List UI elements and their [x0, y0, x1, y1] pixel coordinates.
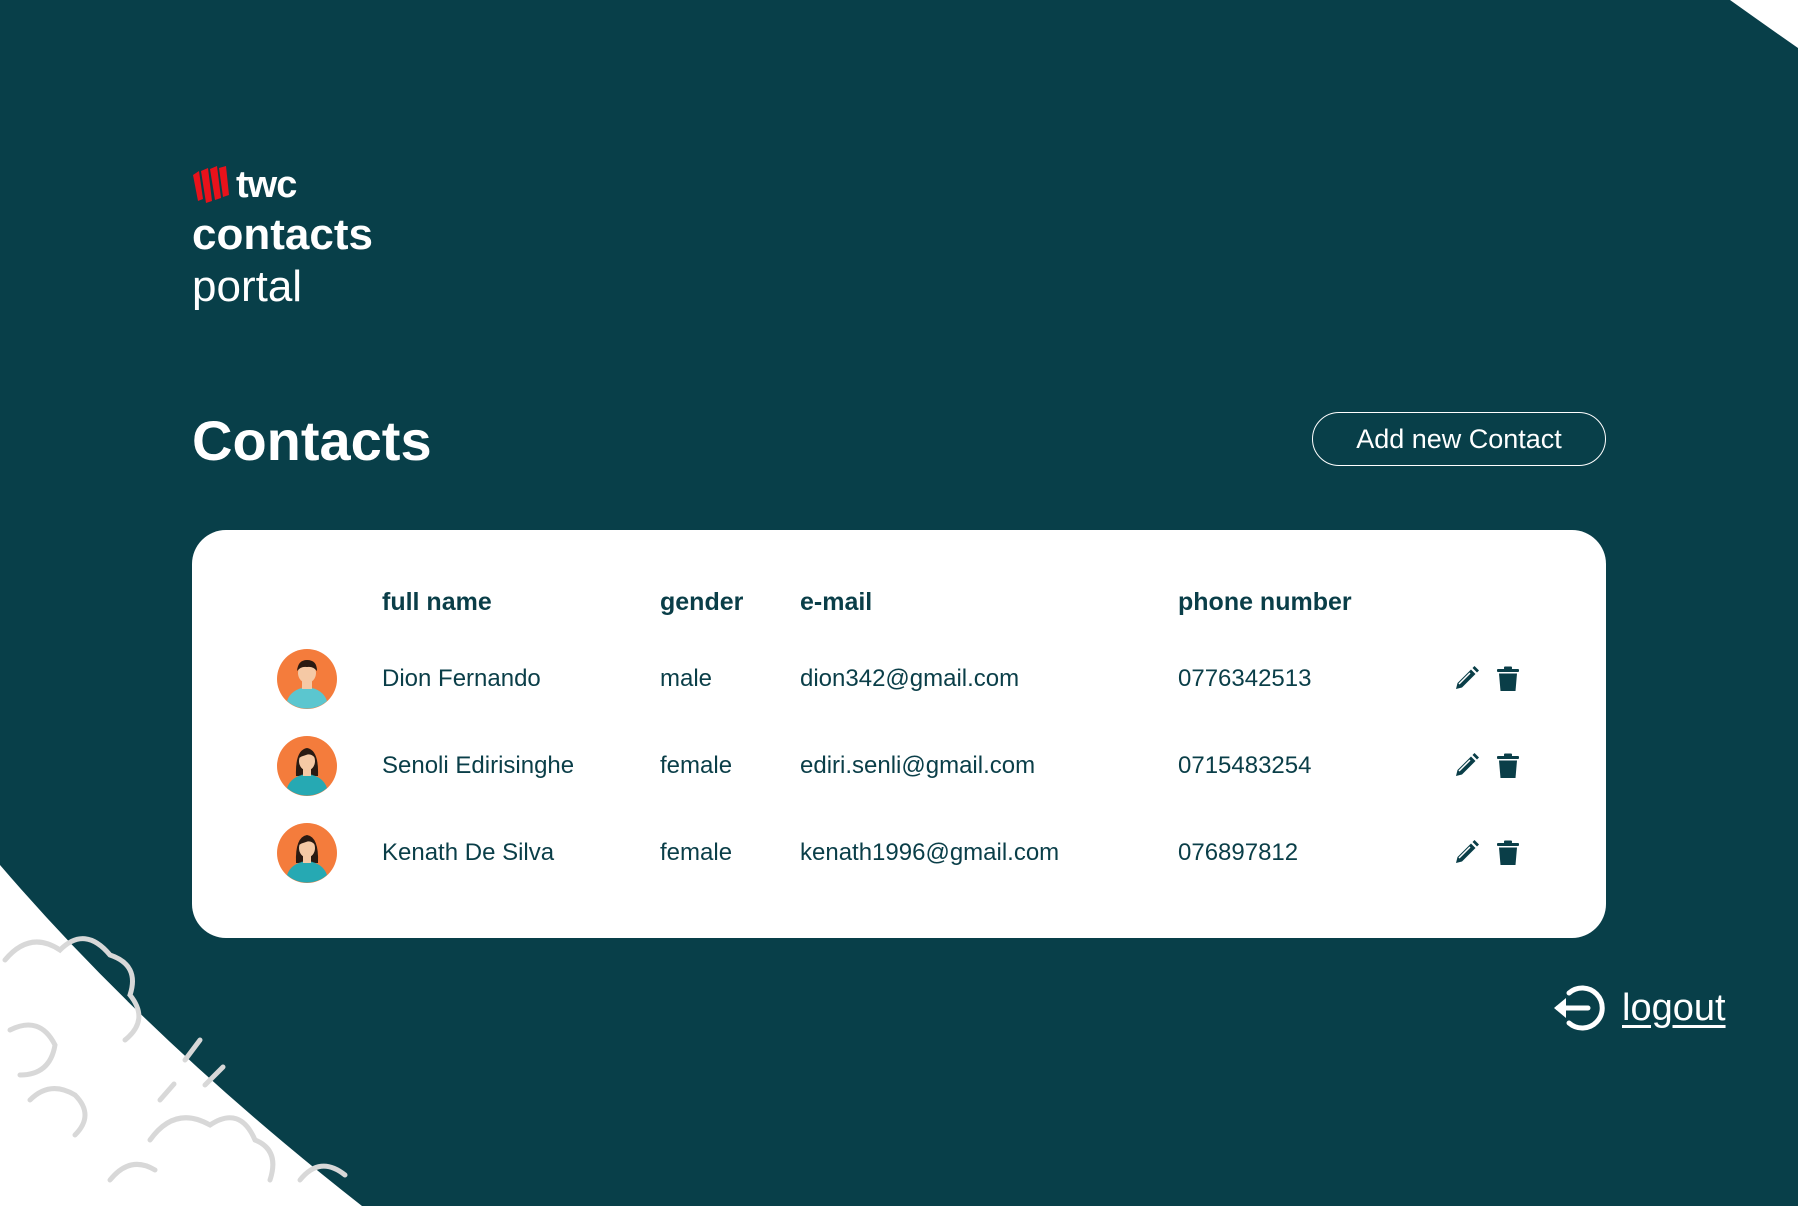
logout-arrow-icon — [1554, 985, 1605, 1031]
table-row: Kenath De Silva female kenath1996@gmail.… — [192, 821, 1606, 885]
header-gender: gender — [660, 588, 744, 616]
logout-label[interactable]: logout — [1622, 987, 1726, 1030]
female-avatar-icon — [277, 736, 337, 796]
header-email: e-mail — [800, 588, 873, 616]
cell-email: dion342@gmail.com — [800, 665, 1020, 692]
cell-phone: 0715483254 — [1178, 752, 1312, 779]
brand: twc contacts portal — [192, 162, 373, 314]
table-row: Dion Fernando male dion342@gmail.com 077… — [192, 647, 1606, 711]
trash-icon[interactable] — [1494, 752, 1522, 780]
brand-line-portal: portal — [192, 262, 303, 311]
brand-line-contacts: contacts — [192, 210, 373, 259]
cell-gender: female — [660, 752, 733, 779]
cell-phone: 076897812 — [1178, 839, 1299, 866]
logout-link[interactable]: logout — [1552, 978, 1726, 1038]
pencil-icon[interactable] — [1452, 839, 1480, 867]
trash-icon[interactable] — [1494, 839, 1522, 867]
male-avatar-icon — [277, 649, 337, 709]
header-full-name: full name — [382, 588, 492, 616]
pencil-icon[interactable] — [1452, 665, 1480, 693]
cell-email: ediri.senli@gmail.com — [800, 752, 1036, 779]
cell-full-name: Dion Fernando — [382, 665, 541, 692]
page-title: Contacts — [192, 409, 432, 472]
add-new-contact-button[interactable]: Add new Contact — [1312, 412, 1606, 466]
female-avatar-icon — [277, 823, 337, 883]
table-row: Senoli Edirisinghe female ediri.senli@gm… — [192, 734, 1606, 798]
brand-name: twc — [236, 163, 297, 206]
cell-phone: 0776342513 — [1178, 665, 1312, 692]
pencil-icon[interactable] — [1452, 752, 1480, 780]
trash-icon[interactable] — [1494, 665, 1522, 693]
cell-gender: male — [660, 665, 713, 692]
twc-stripes-logo-icon — [193, 166, 229, 203]
cell-full-name: Senoli Edirisinghe — [382, 752, 575, 779]
cell-email: kenath1996@gmail.com — [800, 839, 1060, 866]
cell-gender: female — [660, 839, 733, 866]
header-phone-number: phone number — [1178, 588, 1352, 616]
cell-full-name: Kenath De Silva — [382, 839, 555, 866]
